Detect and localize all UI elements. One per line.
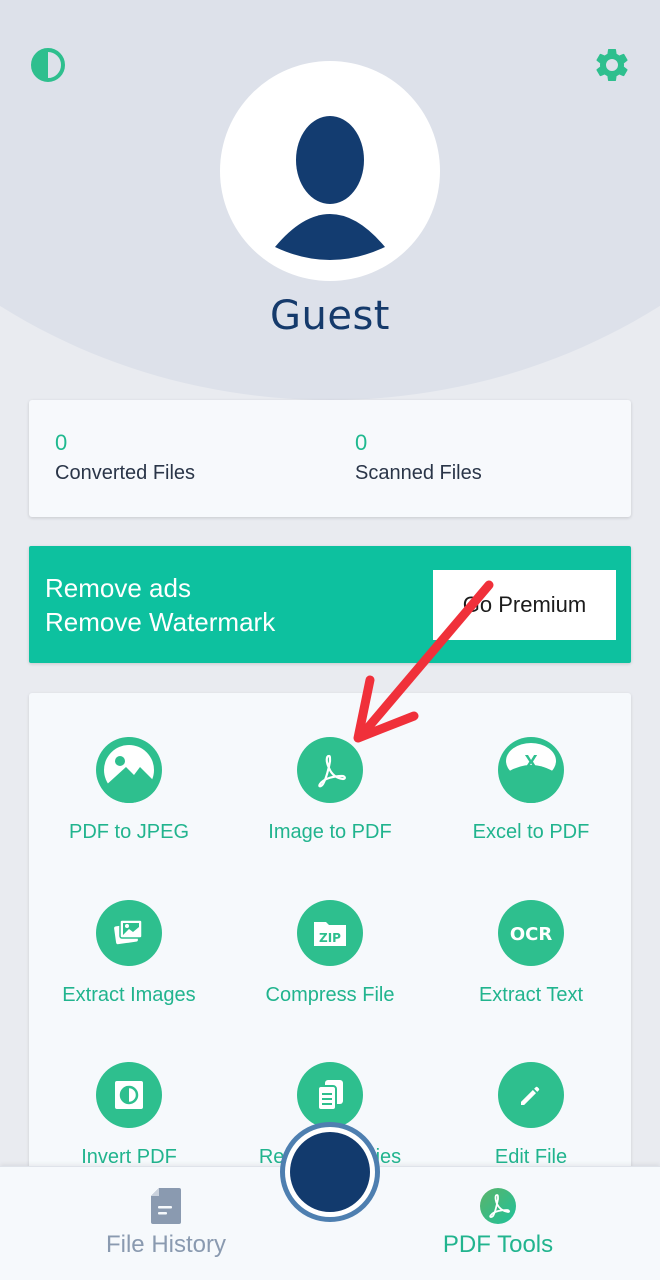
invert-icon	[96, 1062, 162, 1128]
svg-text:OCR: OCR	[510, 924, 553, 945]
nav-file-history[interactable]: File History	[66, 1187, 266, 1267]
converted-files-stat[interactable]: 0 Converted Files	[55, 430, 195, 485]
tool-label: Compress File	[265, 984, 395, 1006]
document-icon	[151, 1188, 181, 1224]
tool-label: PDF to JPEG	[68, 821, 190, 843]
scan-fab-inner	[290, 1132, 370, 1212]
gear-icon	[596, 48, 628, 81]
tools-grid: PDF to JPEG Image to PDF X Excel to PDF	[29, 693, 631, 1193]
ocr-icon: OCR	[498, 900, 564, 966]
acrobat-icon	[297, 737, 363, 803]
zip-icon: ZIP	[297, 900, 363, 966]
go-premium-button[interactable]: Go Premium	[433, 570, 616, 640]
tool-image-to-pdf[interactable]: Image to PDF	[230, 737, 430, 877]
settings-button[interactable]	[592, 45, 632, 85]
tool-label: Extract Images	[62, 984, 196, 1006]
tool-label: Excel to PDF	[472, 821, 590, 843]
scanned-files-count: 0	[355, 430, 368, 455]
image-icon	[96, 737, 162, 803]
scanned-files-label: Scanned Files	[355, 462, 482, 484]
tool-extract-images[interactable]: Extract Images	[29, 900, 229, 1040]
tool-excel-to-pdf[interactable]: X Excel to PDF	[431, 737, 631, 877]
svg-text:X: X	[524, 752, 538, 774]
tool-label: Image to PDF	[268, 821, 392, 843]
promo-line-remove-watermark: Remove Watermark	[45, 607, 276, 637]
user-name: Guest	[270, 293, 390, 339]
svg-text:ZIP: ZIP	[319, 931, 341, 945]
scanned-files-stat[interactable]: 0 Scanned Files	[355, 430, 482, 485]
acrobat-icon	[480, 1188, 516, 1224]
contrast-icon	[31, 48, 65, 82]
scan-fab-button[interactable]	[280, 1122, 380, 1222]
tool-compress-file[interactable]: ZIP Compress File	[230, 900, 430, 1040]
copies-icon	[297, 1062, 363, 1128]
tool-extract-text[interactable]: OCR Extract Text	[431, 900, 631, 1040]
tool-pdf-to-jpeg[interactable]: PDF to JPEG	[29, 737, 229, 877]
excel-icon: X	[498, 737, 564, 803]
converted-files-count: 0	[55, 430, 68, 455]
user-icon	[275, 116, 385, 260]
theme-toggle-button[interactable]	[28, 45, 68, 85]
stats-card: 0 Converted Files 0 Scanned Files	[29, 400, 631, 517]
premium-banner: Remove ads Remove Watermark Go Premium	[29, 546, 631, 663]
converted-files-label: Converted Files	[55, 462, 196, 484]
avatar[interactable]	[220, 61, 440, 281]
pencil-icon	[498, 1062, 564, 1128]
nav-file-history-label: File History	[105, 1231, 226, 1258]
images-stack-icon	[96, 900, 162, 966]
nav-pdf-tools[interactable]: PDF Tools	[398, 1187, 598, 1267]
tool-label: Extract Text	[478, 984, 584, 1006]
nav-pdf-tools-label: PDF Tools	[442, 1231, 554, 1258]
promo-line-remove-ads: Remove ads	[45, 573, 191, 603]
